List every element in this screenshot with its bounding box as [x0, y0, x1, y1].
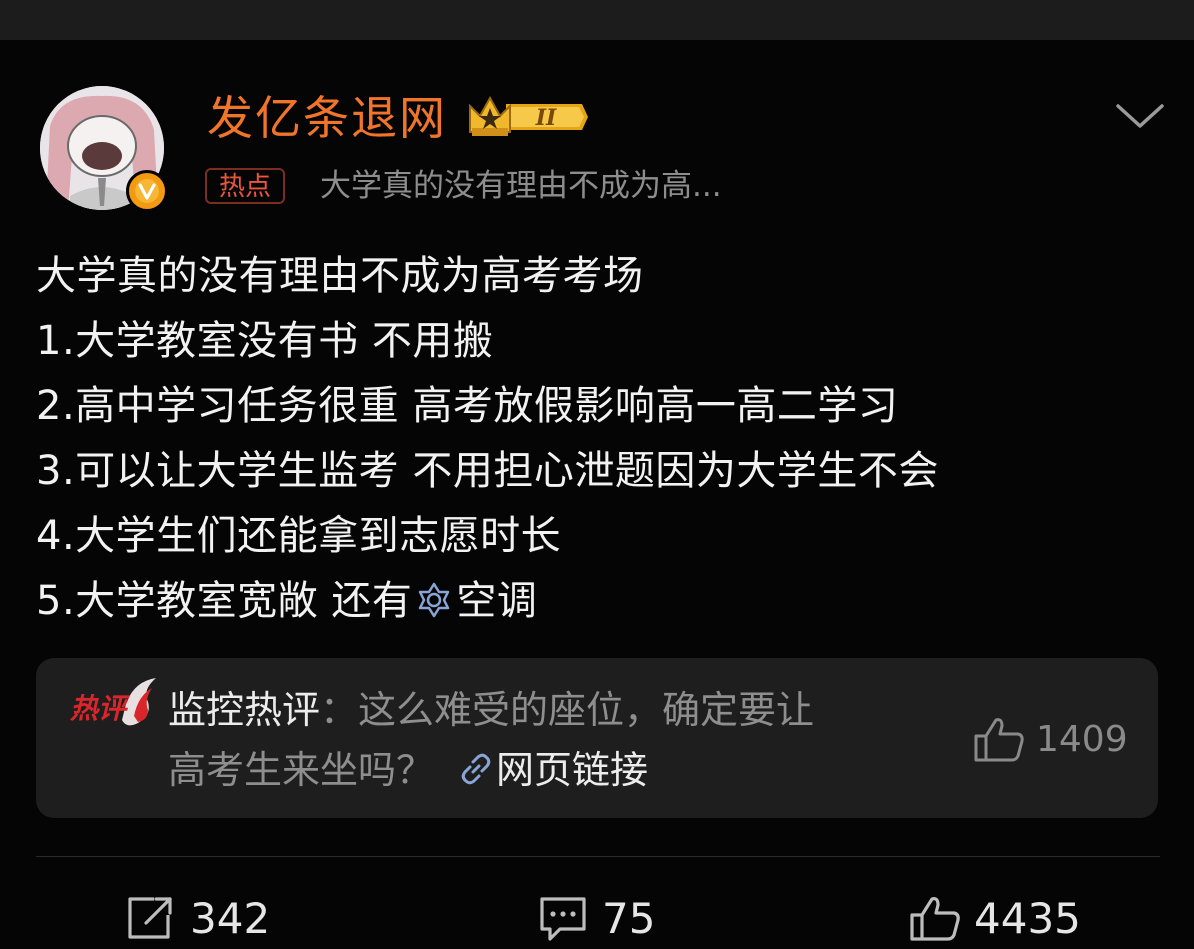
hot-comment-text: 高考生来坐吗？ [168, 748, 435, 792]
post-line: 3.可以让大学生监考 不用担心泄题因为大学生不会 [36, 448, 939, 494]
hot-comment-line1: 监控热评：这么难受的座位，确定要让 [168, 684, 814, 736]
post-line: 5.大学教室宽敞 还有 空调 [36, 569, 1166, 634]
web-link[interactable]: 网页链接 [456, 748, 648, 792]
hot-comment-author[interactable]: 监控热评 [168, 688, 320, 732]
comment-count: 75 [602, 893, 656, 943]
weibo-post-page: 发亿条退网 II 热点 大学真的没有理由不成为高... 大学真的没有理由不成为高… [0, 0, 1194, 949]
member-crown-badge[interactable]: II [466, 92, 590, 142]
verified-v-icon [126, 170, 168, 212]
hot-comment-logo: 热评 [64, 672, 160, 732]
post-line: 2.高中学习任务很重 高考放假影响高一高二学习 [36, 383, 899, 429]
like-count: 4435 [974, 893, 1081, 943]
repost-count: 342 [190, 893, 271, 943]
chevron-down-icon[interactable] [1112, 96, 1168, 136]
thumbs-up-icon [910, 897, 960, 941]
top-bar [0, 0, 1194, 40]
topic-tag[interactable]: 热点 [205, 168, 286, 204]
hot-comment-logo-text: 热评 [69, 692, 130, 725]
hot-comment-like-count: 1409 [1036, 718, 1128, 760]
post-line-text: 空调 [456, 578, 538, 624]
hot-comment-separator: ： [320, 688, 359, 732]
hot-comment-text: 这么难受的座位，确定要让 [358, 688, 815, 732]
air-conditioner-icon [414, 575, 454, 618]
username[interactable]: 发亿条退网 [207, 88, 447, 148]
comment-icon [540, 897, 586, 941]
repost-icon [128, 897, 172, 939]
link-icon [456, 749, 496, 789]
post-line-text: 5.大学教室宽敞 还有 [36, 578, 413, 624]
topic-text[interactable]: 大学真的没有理由不成为高... [320, 166, 722, 206]
repost-button[interactable]: 342 [124, 890, 270, 946]
web-link-label: 网页链接 [496, 748, 649, 792]
post-line: 大学真的没有理由不成为高考考场 [36, 253, 644, 299]
hot-comment-line2: 高考生来坐吗？ 网页链接 [168, 744, 648, 796]
like-button[interactable]: 4435 [908, 890, 1081, 946]
divider [36, 856, 1160, 857]
hot-comment-card[interactable]: 热评 监控热评：这么难受的座位，确定要让 高考生来坐吗？ 网页链接 1409 [36, 658, 1158, 818]
post-line: 4.大学生们还能拿到志愿时长 [36, 513, 562, 559]
level-badge-text: II [535, 105, 557, 131]
post-line: 1.大学教室没有书 不用搬 [36, 318, 494, 364]
post-body: 大学真的没有理由不成为高考考场 1.大学教室没有书 不用搬 2.高中学习任务很重… [36, 244, 1166, 634]
thumbs-up-icon [974, 718, 1024, 762]
comment-button[interactable]: 75 [536, 890, 655, 946]
hot-comment-like[interactable]: 1409 [972, 714, 1128, 764]
